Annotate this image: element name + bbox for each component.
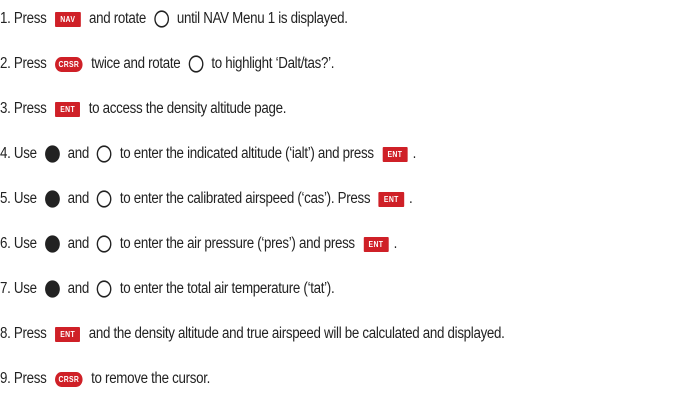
outer-knob-icon (96, 145, 112, 163)
outer-knob-icon (96, 280, 112, 298)
step-text: to remove the cursor. (87, 370, 211, 387)
step-text: 3. Press (0, 100, 50, 117)
step-text: twice and rotate (87, 55, 184, 72)
outer-knob-icon (96, 235, 112, 253)
step-text: 2. Press (0, 55, 50, 72)
step-text: to enter the indicated altitude (‘ialt’)… (116, 145, 378, 162)
step-text: and (64, 235, 93, 252)
instruction-step: 5. Use and to enter the calibrated airsp… (0, 187, 413, 211)
step-text: . (393, 235, 398, 252)
instruction-step: 4. Use and to enter the indicated altitu… (0, 142, 416, 166)
instruction-step: 6. Use and to enter the air pressure (‘p… (0, 232, 397, 256)
ent-button: ENT (382, 146, 408, 162)
step-text: and (64, 190, 93, 207)
instruction-step: 7. Use and to enter the total air temper… (0, 277, 335, 301)
step-text: 5. Use (0, 190, 41, 207)
outer-knob-icon (96, 190, 112, 208)
outer-knob-icon (188, 55, 204, 73)
step-text: and (64, 280, 93, 297)
crsr-button: CRSR (55, 56, 83, 72)
inner-knob-icon (44, 145, 60, 163)
step-text: . (409, 190, 413, 207)
step-text: to enter the total air temperature (‘tat… (116, 280, 335, 297)
ent-button: ENT (378, 191, 404, 207)
step-text: and rotate (85, 10, 150, 27)
inner-knob-icon (44, 235, 60, 253)
step-text: to enter the air pressure (‘pres’) and p… (116, 235, 359, 252)
inner-knob-icon (44, 280, 60, 298)
ent-button: ENT (55, 326, 81, 342)
outer-knob-icon (154, 10, 169, 28)
ent-button: ENT (363, 236, 389, 252)
step-text: 6. Use (0, 235, 41, 252)
crsr-button: CRSR (55, 371, 83, 387)
instruction-step: 9. Press CRSR to remove the cursor. (0, 367, 210, 391)
instruction-step: 2. Press CRSR twice and rotate to highli… (0, 52, 335, 76)
step-text: 1. Press (0, 10, 50, 27)
step-text: to access the density altitude page. (85, 100, 287, 117)
step-text: 9. Press (0, 370, 50, 387)
step-text: until NAV Menu 1 is displayed. (173, 10, 348, 27)
ent-button: ENT (55, 101, 81, 117)
step-text: and (64, 145, 93, 162)
step-text: 4. Use (0, 145, 41, 162)
step-text: to enter the calibrated airspeed (‘cas’)… (116, 190, 374, 207)
step-text: . (412, 145, 417, 162)
step-text: to highlight ‘Dalt/tas?’. (207, 55, 335, 72)
step-text: 8. Press (0, 325, 50, 342)
instruction-step: 1. Press NAV and rotate until NAV Menu 1… (0, 7, 348, 31)
inner-knob-icon (44, 190, 60, 208)
step-text: and the density altitude and true airspe… (85, 325, 505, 342)
nav-button: NAV (55, 11, 81, 27)
instruction-step: 3. Press ENT to access the density altit… (0, 97, 286, 121)
step-text: 7. Use (0, 280, 41, 297)
instruction-step: 8. Press ENT and the density altitude an… (0, 322, 505, 346)
